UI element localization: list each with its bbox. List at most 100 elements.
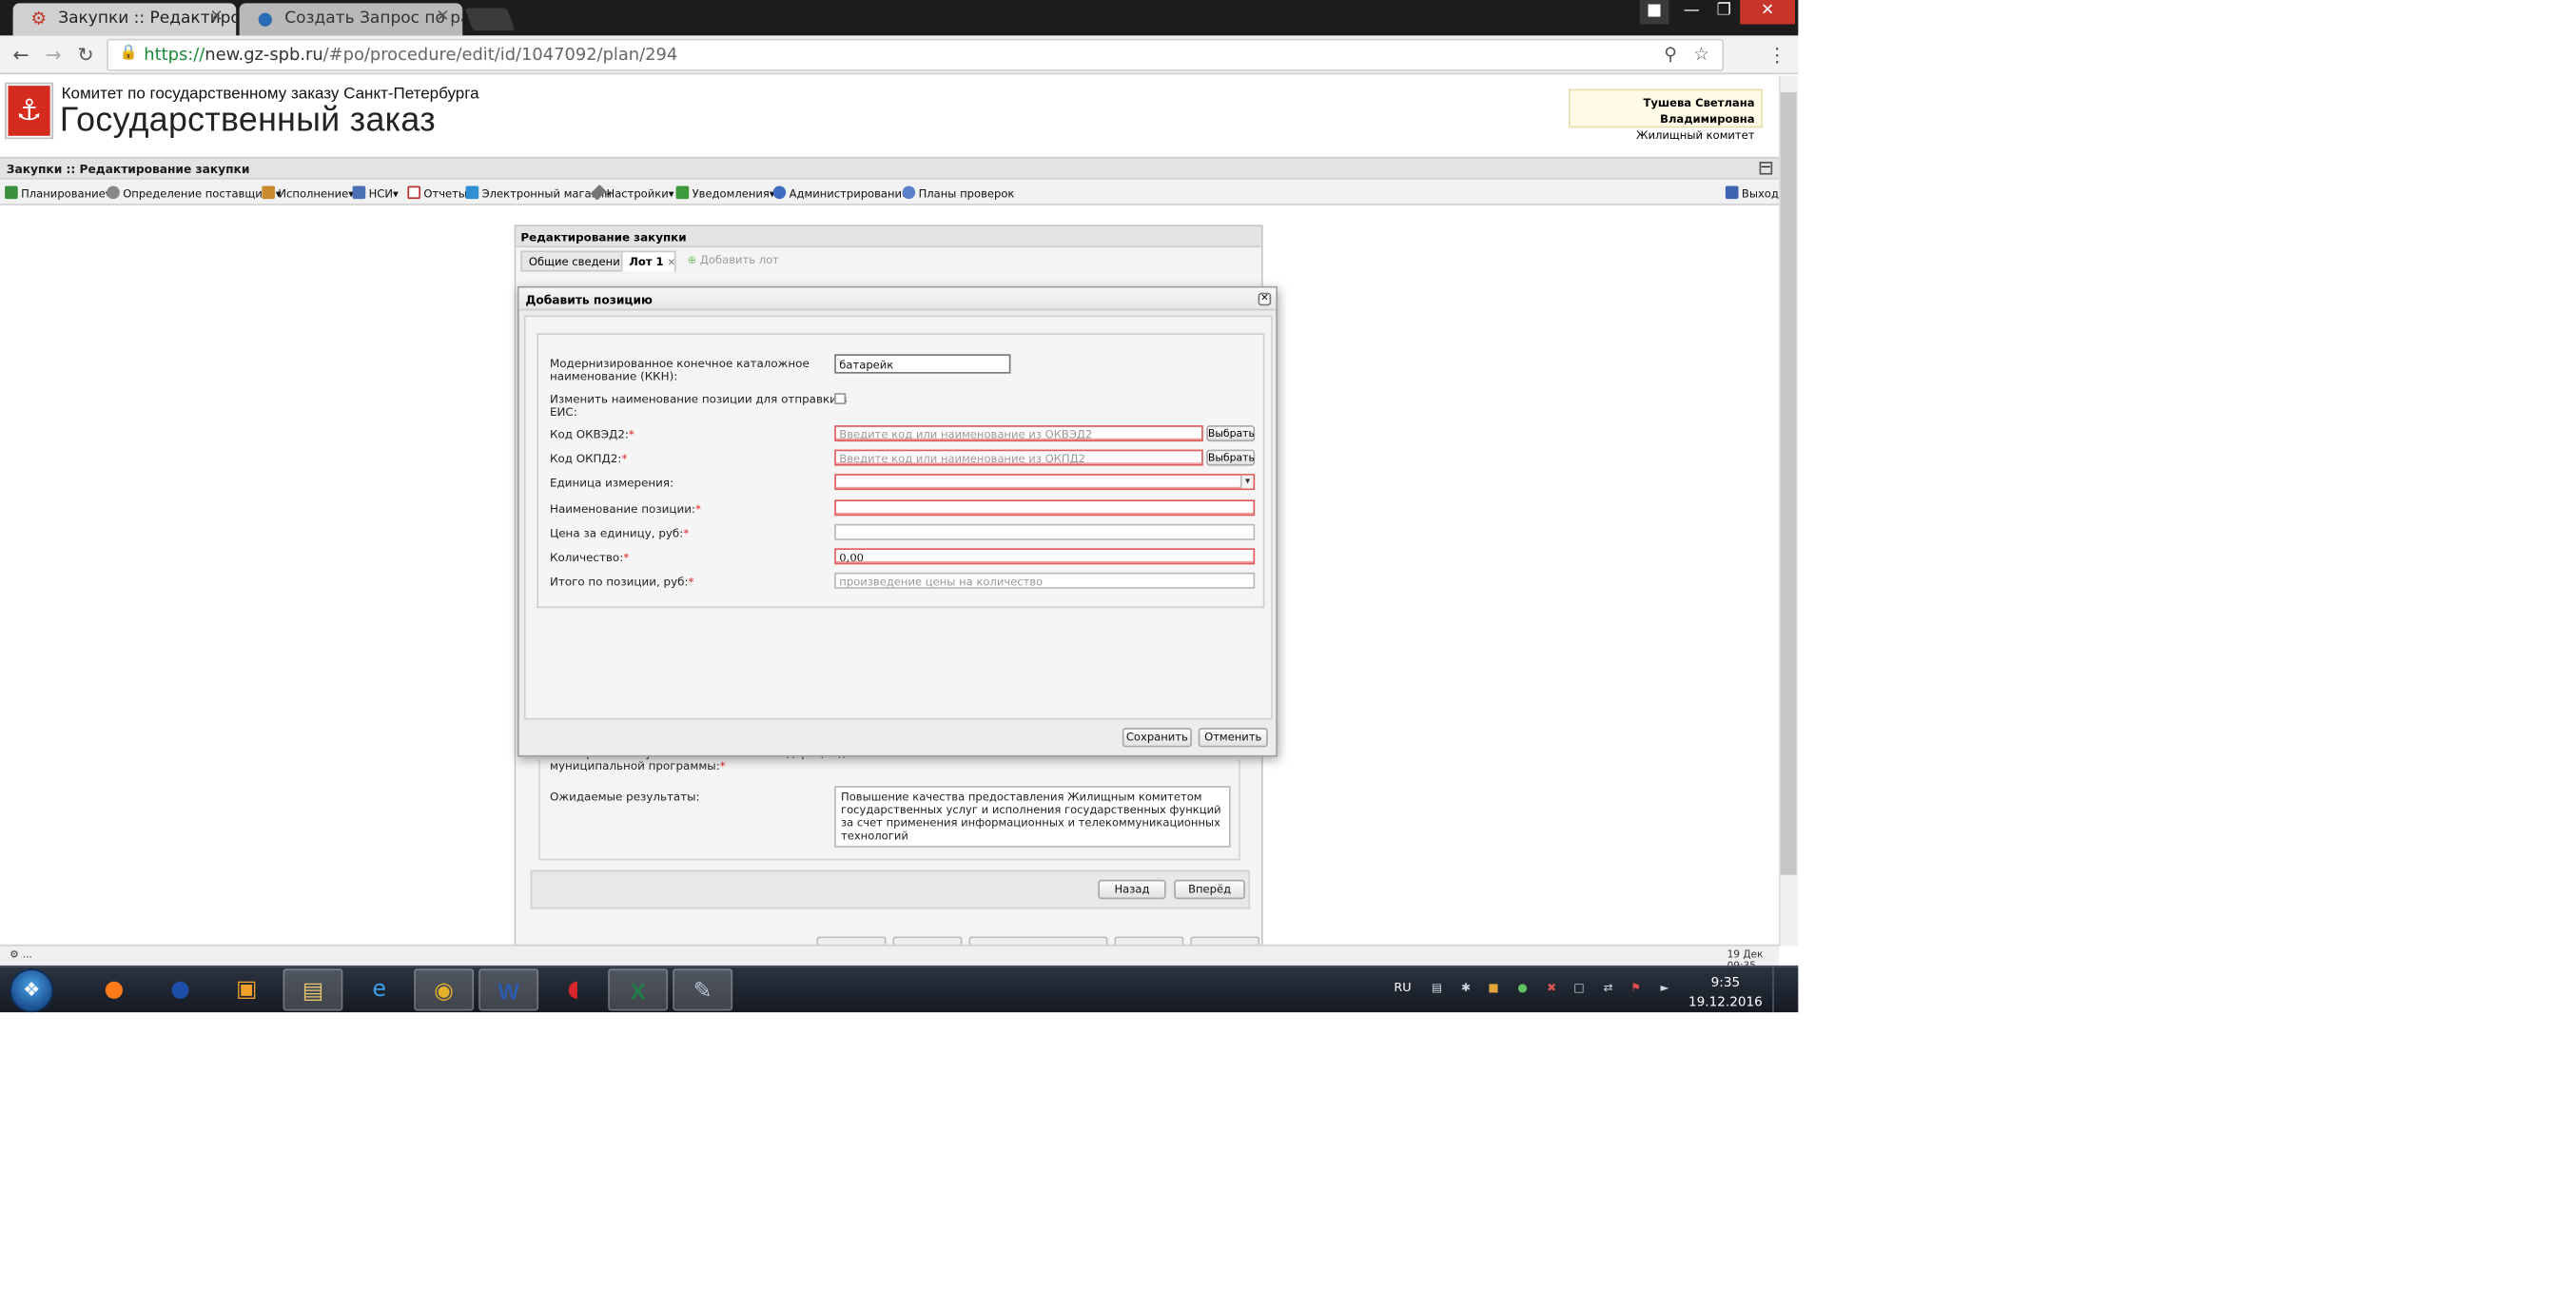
paint-icon[interactable]: ✎ <box>673 968 733 1011</box>
chevron-down-icon[interactable]: ▾ <box>1239 475 1254 489</box>
position-name-input[interactable] <box>834 499 1256 517</box>
bluetooth-icon[interactable]: ✱ <box>1458 982 1473 996</box>
unit-select[interactable]: ▾ <box>834 474 1256 491</box>
tray-network-app-icon[interactable]: ● <box>1515 982 1530 996</box>
browser-tab-active[interactable]: ⚙ Закупки :: Редактирован ✕ <box>12 3 237 36</box>
scrollbar-thumb[interactable] <box>1780 91 1797 875</box>
logout-icon <box>1725 186 1739 200</box>
okpd-input[interactable]: Введите код или наименование из ОКПД2 <box>834 449 1203 466</box>
forward-arrow-icon[interactable]: → <box>42 44 65 67</box>
maximize-window-button[interactable]: ❐ <box>1708 0 1740 25</box>
menu-item-admin[interactable]: Администрирование▾ <box>772 186 914 201</box>
menu-item-notifications[interactable]: Уведомления▾ <box>675 186 775 201</box>
plus-icon: ⊕ <box>687 253 697 267</box>
profile-icon[interactable]: ■ <box>1639 0 1669 25</box>
tab-general[interactable]: Общие сведения <box>520 250 635 272</box>
browser-globe-icon[interactable]: ● <box>150 968 210 1010</box>
okved-input[interactable]: Введите код или наименование из ОКВЭД2 <box>834 425 1203 442</box>
menu-item-label: Администрирование <box>789 187 909 201</box>
required-marker: * <box>688 576 694 589</box>
back-button[interactable]: Назад <box>1098 879 1166 900</box>
program-label-line: муниципальной программы: <box>550 760 720 773</box>
inspections-icon <box>902 186 916 200</box>
rename-checkbox[interactable] <box>834 393 847 404</box>
dialog-body: Модернизированное конечное каталожное на… <box>523 315 1273 720</box>
page-favicon-icon: ⚙ <box>30 8 48 29</box>
collapse-header-button[interactable]: — <box>1759 162 1773 175</box>
tray-network-icon[interactable]: ⇄ <box>1601 982 1615 996</box>
tab-lot-1[interactable]: Лот 1 ✕ <box>620 250 676 272</box>
word-icon[interactable]: W <box>478 968 539 1011</box>
close-tab-icon[interactable]: ✕ <box>668 257 676 268</box>
volume-icon[interactable]: ► <box>1658 982 1672 996</box>
menu-item-label: Уведомления <box>692 187 770 201</box>
menu-item-nsi[interactable]: НСИ▾ <box>352 186 399 201</box>
keyboard-language[interactable]: RU <box>1394 980 1411 994</box>
close-icon[interactable]: ✕ <box>1258 292 1272 306</box>
show-desktop-button[interactable] <box>1772 967 1798 1013</box>
reload-icon[interactable]: ↻ <box>74 44 97 67</box>
required-marker: * <box>719 760 726 773</box>
notifications-icon <box>675 186 690 200</box>
menu-item-settings[interactable]: Настройки▾ <box>590 184 674 201</box>
clock-time[interactable]: 9:35 <box>1682 975 1769 989</box>
url-path: /#po/procedure/edit/id/1047092/plan/294 <box>322 45 678 65</box>
menu-item-supplier[interactable]: Определение поставщика▾ <box>107 186 282 201</box>
close-window-button[interactable]: ✕ <box>1740 0 1795 25</box>
okpd-label-text: Код ОКПД2: <box>550 453 622 466</box>
red-app-icon[interactable]: ◖ <box>543 968 603 1010</box>
address-bar[interactable]: 🔒 https://new.gz-spb.ru/#po/procedure/ed… <box>107 38 1725 71</box>
main-menu: Планирование▾ Определение поставщика▾ Ис… <box>0 179 1779 205</box>
menu-item-planning[interactable]: Планирование▾ <box>5 186 111 201</box>
planning-icon <box>5 186 18 200</box>
kkn-label-line: наименование (ККН): <box>550 370 678 383</box>
tray-tool-icon[interactable]: ✖ <box>1545 982 1559 996</box>
okpd-pick-button[interactable]: Выбрать <box>1206 449 1256 466</box>
browser-toolbar: ← → ↻ 🔒 https://new.gz-spb.ru/#po/proced… <box>0 35 1799 75</box>
cancel-button[interactable]: Отменить <box>1198 728 1268 748</box>
back-arrow-icon[interactable]: ← <box>10 44 32 67</box>
okved-label: Код ОКВЭД2:* <box>550 429 634 442</box>
chrome-icon[interactable]: ◉ <box>414 968 475 1011</box>
search-icon[interactable]: ⚲ <box>1664 44 1677 65</box>
file-explorer-icon[interactable]: ▤ <box>283 968 343 1011</box>
quantity-label: Количество:* <box>550 552 629 565</box>
action-center-flag-icon[interactable]: ⚑ <box>1629 982 1643 996</box>
spb-coat-of-arms-logo: ⚓ <box>5 82 54 140</box>
close-tab-icon[interactable]: ✕ <box>209 9 223 27</box>
kkn-input[interactable]: батарейк <box>834 354 1011 374</box>
menu-item-inspections[interactable]: Планы проверок <box>902 186 1014 201</box>
new-tab-button[interactable] <box>464 8 516 31</box>
windows-start-button[interactable]: ❖ <box>10 968 54 1013</box>
clock-date[interactable]: 19.12.2016 <box>1682 995 1769 1009</box>
firefox-icon[interactable]: ● <box>84 968 144 1010</box>
close-tab-icon[interactable]: ✕ <box>436 9 449 27</box>
browser-tab-inactive[interactable]: ● Создать Запрос по рабо ✕ <box>239 3 463 36</box>
tab-add-lot[interactable]: ⊕ Добавить лот <box>681 251 786 272</box>
excel-icon[interactable]: X <box>608 968 669 1011</box>
windows-taskbar: ❖ ● ● ▣ ▤ e ◉ W ◖ X ✎ RU ▤ ✱ ■ ● ✖ □ ⇄ ⚑… <box>0 965 1799 1013</box>
add-position-dialog: Добавить позицию ✕ Модернизированное кон… <box>517 285 1278 757</box>
menu-item-label: Определение поставщика <box>123 187 276 201</box>
internet-explorer-icon[interactable]: e <box>349 968 409 1010</box>
bookmark-star-icon[interactable]: ☆ <box>1693 44 1709 65</box>
unit-price-label: Цена за единицу, руб:* <box>550 527 689 540</box>
expected-results-textarea[interactable]: Повышение качества предоставления Жилищн… <box>834 786 1231 848</box>
tray-device-icon[interactable]: □ <box>1571 982 1586 996</box>
forward-button[interactable]: Вперёд <box>1174 879 1245 900</box>
tray-monitor-icon[interactable]: ▤ <box>1430 982 1444 996</box>
minimize-window-button[interactable]: — <box>1675 0 1708 25</box>
outlook-icon[interactable]: ▣ <box>217 968 277 1010</box>
save-button[interactable]: Сохранить <box>1122 728 1192 748</box>
url-scheme: https:// <box>144 45 205 65</box>
quantity-input[interactable]: 0,00 <box>834 548 1256 565</box>
lock-icon: 🔒 <box>119 45 138 62</box>
menu-item-reports[interactable]: Отчеты <box>407 186 467 201</box>
unit-price-input[interactable] <box>834 523 1256 540</box>
required-marker: * <box>621 453 628 466</box>
tray-app-icon[interactable]: ■ <box>1486 982 1500 996</box>
menu-item-execution[interactable]: Исполнение▾ <box>262 186 354 201</box>
logout-link[interactable]: Выход <box>1725 186 1779 201</box>
okved-pick-button[interactable]: Выбрать <box>1206 425 1256 442</box>
chrome-menu-icon[interactable]: ⋮ <box>1766 44 1788 67</box>
